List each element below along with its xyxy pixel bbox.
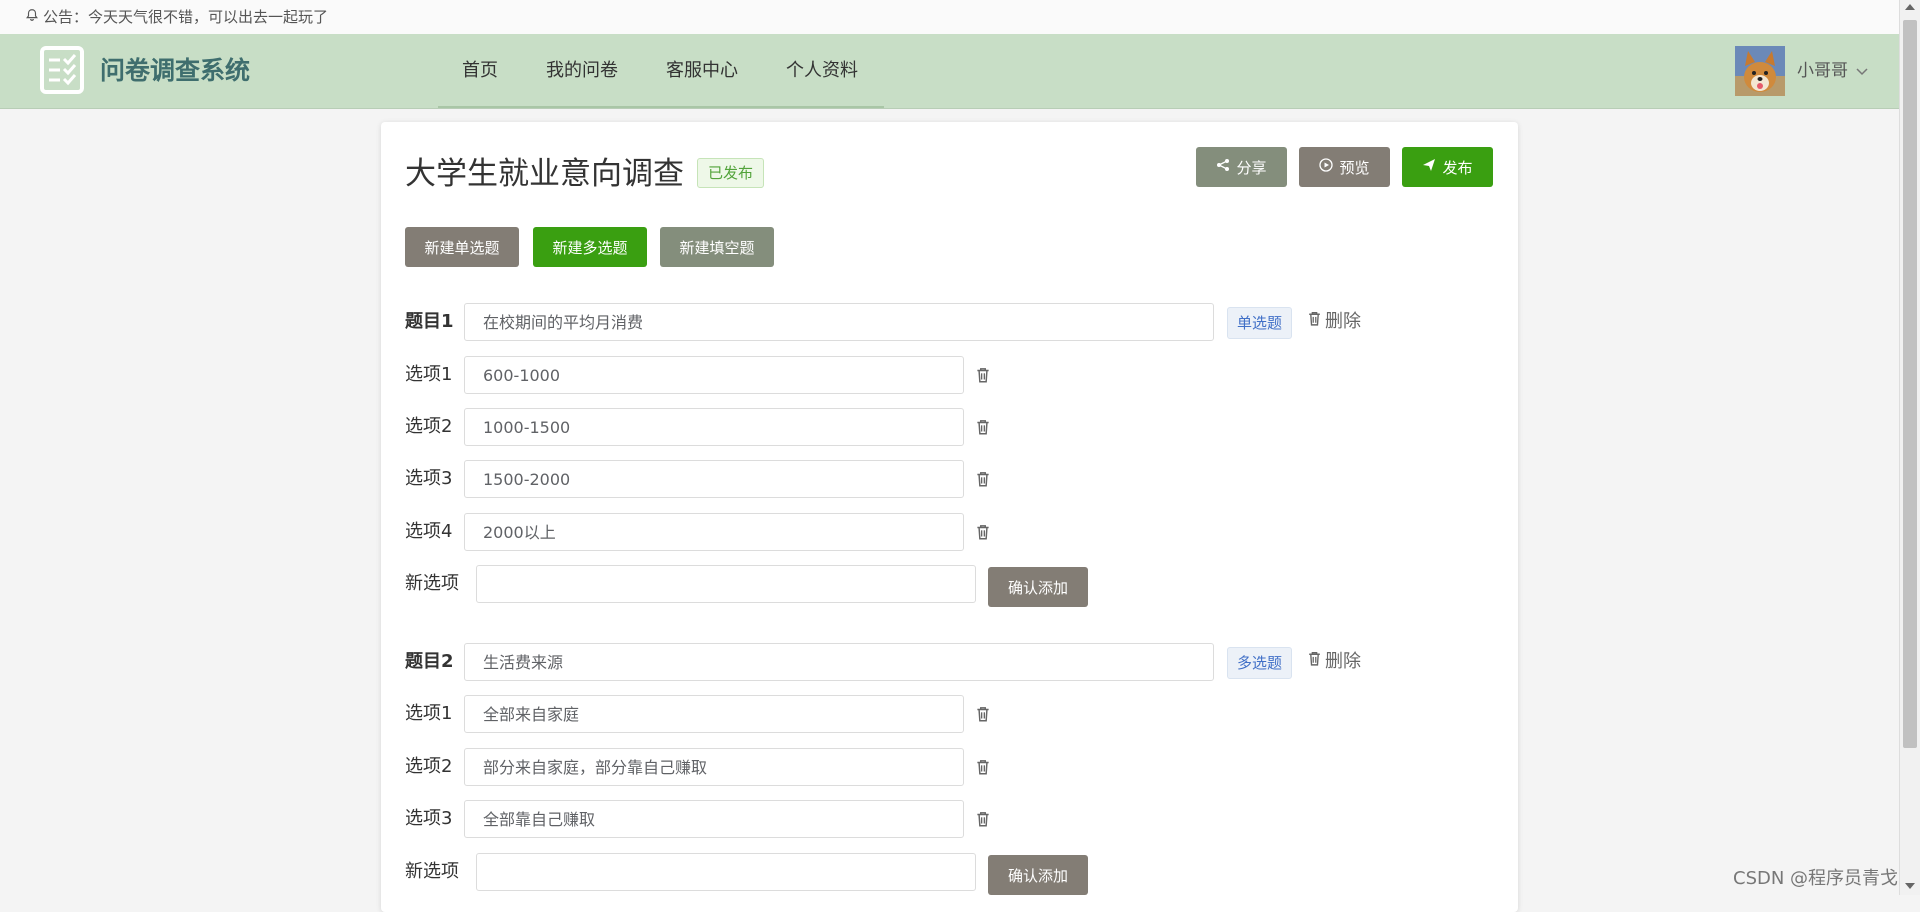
brand-title[interactable]: 问卷调查系统 [100, 34, 250, 108]
option-input[interactable]: 1500-2000 [464, 460, 964, 498]
option-label: 选项1 [405, 703, 453, 724]
question-input[interactable]: 生活费来源 [464, 643, 1214, 681]
trash-icon[interactable] [974, 758, 992, 776]
option-label: 选项3 [405, 468, 453, 489]
send-icon [1422, 158, 1436, 176]
survey-editor-card: 大学生就业意向调查 已发布 分享 预览 发布 新建单选题 新建多选题 新建填空题… [381, 122, 1518, 912]
question-label: 题目1 [405, 311, 454, 332]
trash-icon[interactable] [974, 705, 992, 723]
delete-question-button[interactable]: 删除 [1306, 303, 1361, 341]
page-scrollbar[interactable] [1899, 0, 1920, 895]
option-label: 选项4 [405, 521, 453, 542]
trash-icon[interactable] [974, 523, 992, 541]
scroll-up-arrow-icon[interactable] [1905, 4, 1915, 10]
nav-item-profile[interactable]: 个人资料 [762, 34, 882, 108]
main-nav: 首页 我的问卷 客服中心 个人资料 [438, 34, 882, 108]
confirm-add-option-button[interactable]: 确认添加 [988, 855, 1088, 895]
trash-icon [1306, 303, 1323, 341]
announcement-bar: 公告：今天天气很不错，可以出去一起玩了 [0, 0, 1900, 35]
delete-label: 删除 [1325, 651, 1361, 672]
question-label: 题目2 [405, 651, 454, 672]
new-single-choice-button[interactable]: 新建单选题 [405, 227, 519, 267]
new-multi-choice-button[interactable]: 新建多选题 [533, 227, 647, 267]
user-menu[interactable]: 小哥哥 [1797, 34, 1868, 108]
option-input[interactable]: 600-1000 [464, 356, 964, 394]
play-circle-icon [1319, 158, 1334, 176]
status-badge: 已发布 [697, 158, 765, 188]
option-input[interactable]: 全部来自家庭 [464, 695, 964, 733]
new-option-input[interactable] [476, 853, 976, 891]
option-label: 选项3 [405, 808, 453, 829]
nav-item-my-surveys[interactable]: 我的问卷 [522, 34, 642, 108]
preview-label: 预览 [1339, 158, 1370, 177]
survey-logo-icon[interactable] [40, 45, 86, 95]
option-label: 选项2 [405, 416, 453, 437]
option-input[interactable]: 全部靠自己赚取 [464, 800, 964, 838]
new-option-label: 新选项 [405, 861, 459, 882]
share-icon [1216, 158, 1230, 176]
option-input[interactable]: 2000以上 [464, 513, 964, 551]
scroll-thumb[interactable] [1903, 20, 1917, 748]
trash-icon[interactable] [974, 470, 992, 488]
question-type-tag: 多选题 [1227, 647, 1293, 679]
delete-label: 删除 [1325, 311, 1361, 332]
option-label: 选项1 [405, 364, 453, 385]
trash-icon [1306, 643, 1323, 681]
new-option-label: 新选项 [405, 573, 459, 594]
question-input[interactable]: 在校期间的平均月消费 [464, 303, 1214, 341]
new-option-input[interactable] [476, 565, 976, 603]
publish-label: 发布 [1442, 158, 1473, 177]
chevron-down-icon[interactable] [1856, 34, 1868, 108]
username[interactable]: 小哥哥 [1797, 34, 1848, 108]
delete-question-button[interactable]: 删除 [1306, 643, 1361, 681]
share-label: 分享 [1236, 158, 1267, 177]
announcement-text: 公告：今天天气很不错，可以出去一起玩了 [43, 8, 329, 26]
confirm-add-option-button[interactable]: 确认添加 [988, 567, 1088, 607]
trash-icon[interactable] [974, 366, 992, 384]
survey-title: 大学生就业意向调查 [405, 156, 684, 192]
share-button[interactable]: 分享 [1196, 147, 1287, 187]
watermark: CSDN @程序员青戈 [1733, 868, 1899, 889]
question-type-tag: 单选题 [1227, 307, 1293, 339]
preview-button[interactable]: 预览 [1299, 147, 1390, 187]
trash-icon[interactable] [974, 418, 992, 436]
nav-item-customer-service[interactable]: 客服中心 [642, 34, 762, 108]
scroll-down-arrow-icon[interactable] [1905, 883, 1915, 889]
nav-item-home[interactable]: 首页 [438, 34, 522, 108]
publish-button[interactable]: 发布 [1402, 147, 1493, 187]
avatar[interactable] [1735, 46, 1785, 96]
option-input[interactable]: 1000-1500 [464, 408, 964, 446]
bell-icon [25, 0, 39, 34]
nav-underline [438, 106, 884, 108]
option-input[interactable]: 部分来自家庭，部分靠自己赚取 [464, 748, 964, 786]
trash-icon[interactable] [974, 810, 992, 828]
new-fill-blank-button[interactable]: 新建填空题 [660, 227, 774, 267]
top-nav-bar: 问卷调查系统 首页 我的问卷 客服中心 个人资料 小哥哥 [0, 34, 1900, 109]
option-label: 选项2 [405, 756, 453, 777]
